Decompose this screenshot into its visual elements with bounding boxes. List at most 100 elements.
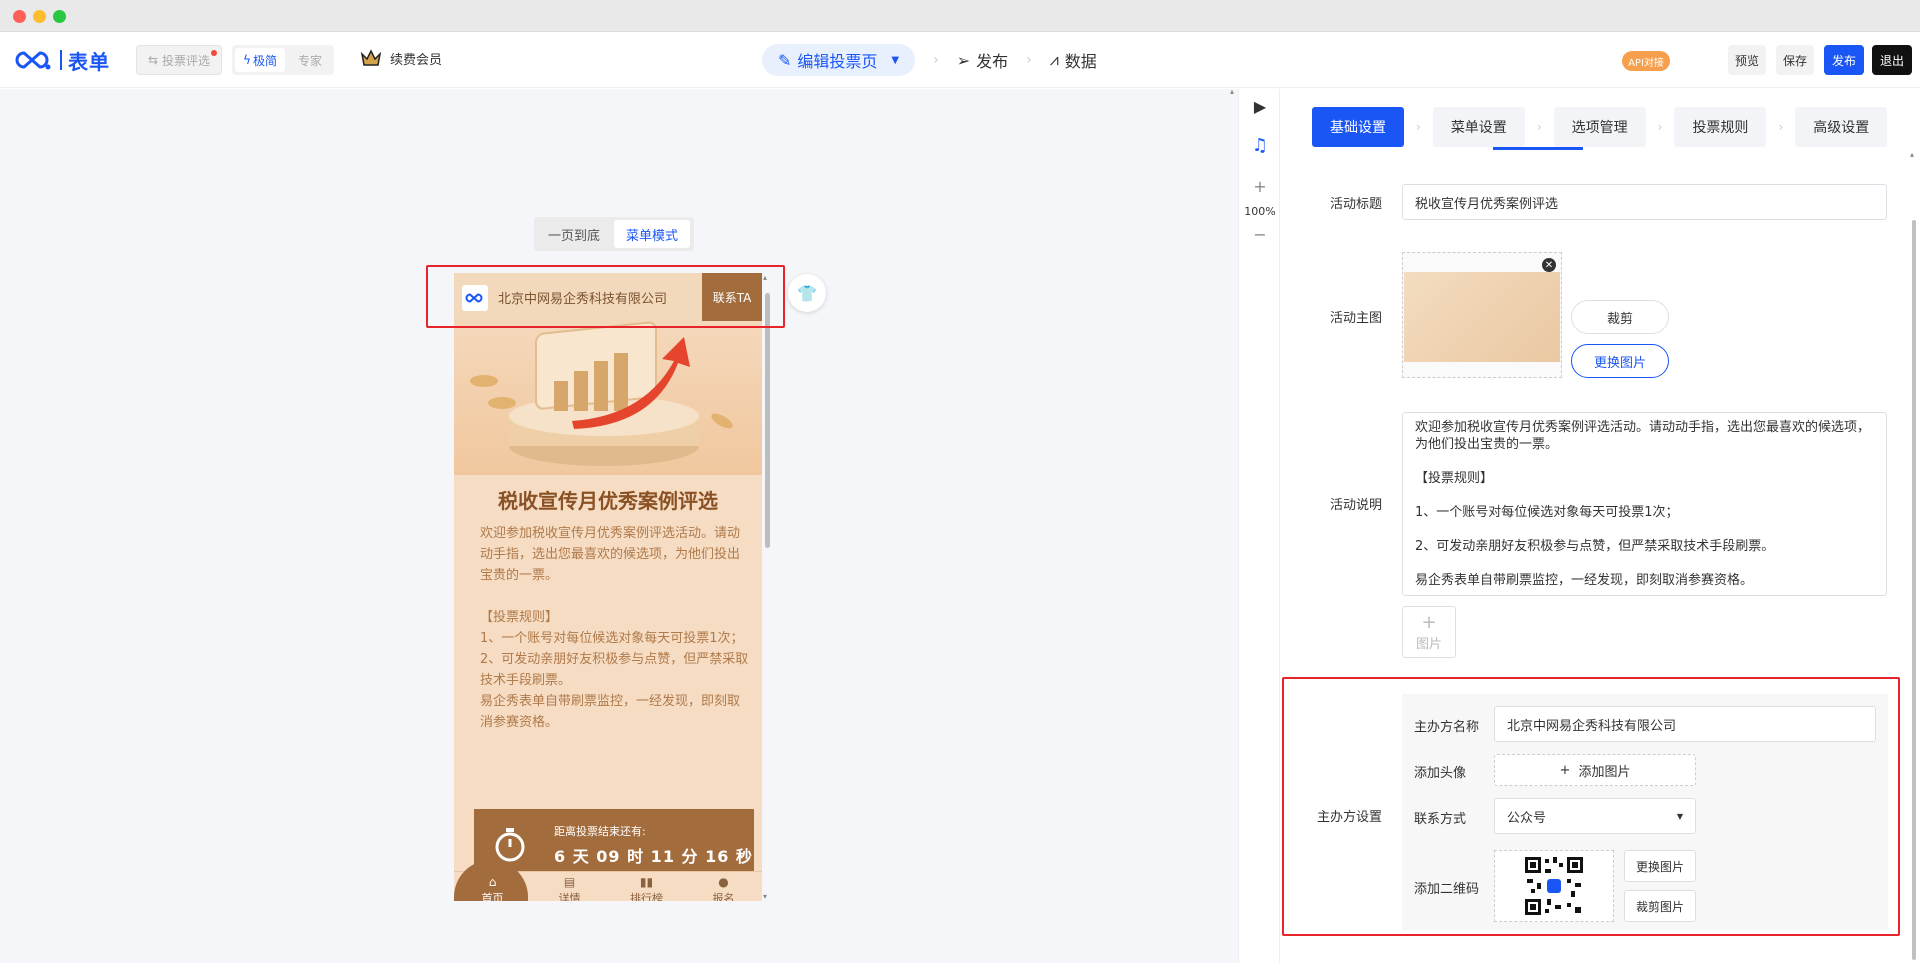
plus-icon: + — [1421, 612, 1437, 633]
view-one-page-button[interactable]: 一页到底 — [534, 217, 614, 251]
zoom-out-icon[interactable]: − — [1239, 225, 1281, 244]
panel-scroll-thumb[interactable] — [1912, 220, 1916, 960]
preview-tools: ▶ ♫ + 100% − — [1238, 89, 1280, 963]
step-data-label: 数据 — [1064, 52, 1097, 71]
view-mode-toggle: 一页到底 菜单模式 — [534, 217, 694, 251]
tab-menu-settings[interactable]: 菜单设置 — [1432, 107, 1525, 147]
minimize-window-button[interactable] — [33, 10, 46, 23]
activity-title: 税收宣传月优秀案例评选 — [498, 489, 718, 513]
swap-icon: ⇆ — [147, 53, 159, 67]
music-icon[interactable]: ♫ — [1239, 135, 1281, 156]
logo-mark-icon — [14, 49, 54, 71]
expert-mode-button[interactable]: 专家 — [288, 48, 332, 72]
simple-mode-label: 极简 — [252, 53, 277, 68]
chevron-right-icon: › — [933, 52, 939, 68]
step-edit-vote-page[interactable]: ✎ 编辑投票页 ▼ — [762, 44, 916, 76]
zoom-level: 100% — [1244, 205, 1276, 218]
notification-dot — [211, 50, 217, 56]
renew-membership-link[interactable]: 续费会员 — [360, 48, 442, 68]
close-window-button[interactable] — [13, 10, 26, 23]
replace-image-button[interactable]: 更换图片 — [1571, 344, 1669, 378]
publish-button[interactable]: 发布 — [1824, 45, 1864, 75]
chevron-right-icon: › — [1026, 52, 1032, 68]
document-icon: ▤ — [563, 875, 576, 889]
scroll-down-icon[interactable]: ▾ — [763, 892, 767, 901]
highlight-host-settings — [1282, 677, 1900, 936]
add-description-image-button[interactable]: + 图片 — [1402, 606, 1456, 658]
step-edit-label: 编辑投票页 — [797, 52, 878, 71]
shirt-icon: 👕 — [797, 283, 817, 303]
chevron-right-icon: › — [1657, 120, 1663, 134]
panel-scrollbar[interactable]: ▴ — [1910, 150, 1918, 963]
countdown-time: 6 天 09 时 11 分 16 秒 — [554, 847, 753, 866]
window-titlebar — [0, 0, 1920, 32]
remove-image-icon[interactable]: ✕ — [1542, 258, 1556, 272]
exit-button[interactable]: 退出 — [1872, 45, 1912, 75]
chart-icon: ⩘ — [1049, 50, 1059, 69]
cover-image-thumbnail — [1404, 272, 1560, 362]
top-navbar: 表单 ⇆ 投票评选 ϟ 极简 专家 续费会员 ✎ 编辑投票页 ▼ › ➢ 发布 … — [0, 32, 1920, 88]
save-button[interactable]: 保存 — [1776, 45, 1814, 75]
tab-option-management[interactable]: 选项管理 — [1553, 107, 1646, 147]
title-input[interactable]: 税收宣传月优秀案例评选 — [1402, 184, 1887, 220]
canvas-scrollbar[interactable] — [1230, 87, 1238, 963]
bar-chart-icon: ▮▮ — [639, 875, 654, 889]
tab-vote-rules[interactable]: 投票规则 — [1674, 107, 1767, 147]
preview-button[interactable]: 预览 — [1728, 45, 1766, 75]
tab-details[interactable]: ▤ 详情 — [531, 872, 608, 901]
countdown-card: 距离投票结束还有: 6 天 09 时 11 分 16 秒 — [474, 809, 754, 879]
simple-mode-button[interactable]: ϟ 极简 — [235, 48, 285, 72]
home-icon: ⌂ — [488, 875, 497, 889]
title-field-label: 活动标题 — [1329, 197, 1382, 212]
theme-shirt-button[interactable]: 👕 — [788, 274, 826, 312]
zoom-in-icon[interactable]: + — [1239, 177, 1281, 196]
app-logo[interactable]: 表单 — [14, 46, 110, 74]
send-icon: ➢ — [956, 50, 971, 70]
phone-scroll-thumb[interactable] — [765, 293, 770, 548]
scroll-up-icon[interactable]: ▴ — [1910, 150, 1914, 159]
hero-banner — [454, 321, 762, 475]
title-input-value: 税收宣传月优秀案例评选 — [1415, 196, 1559, 212]
chevron-right-icon: › — [1778, 120, 1784, 134]
step-data[interactable]: ⩘ 数据 — [1050, 48, 1097, 72]
api-badge[interactable]: API对接 — [1622, 51, 1670, 71]
view-menu-mode-button[interactable]: 菜单模式 — [614, 220, 690, 248]
vote-mode-switch[interactable]: ⇆ 投票评选 — [136, 45, 222, 75]
settings-tabs: 基础设置 › 菜单设置 › 选项管理 › 投票规则 › 高级设置 — [1312, 107, 1888, 147]
tab-advanced-settings[interactable]: 高级设置 — [1795, 107, 1888, 147]
step-publish-label: 发布 — [976, 52, 1009, 71]
activity-description: 欢迎参加税收宣传月优秀案例评选活动。请动动手指，选出您最喜欢的候选项，为他们投出… — [480, 526, 749, 730]
play-icon[interactable]: ▶ — [1239, 97, 1281, 116]
cover-field-label: 活动主图 — [1329, 311, 1382, 326]
maximize-window-button[interactable] — [53, 10, 66, 23]
vote-mode-label: 投票评选 — [162, 53, 211, 68]
stopwatch-icon — [495, 828, 525, 862]
tab-home-label: 首页 — [481, 892, 504, 901]
description-textarea[interactable]: 欢迎参加税收宣传月优秀案例评选活动。请动动手指，选出您最喜欢的候选项，为他们投出… — [1402, 412, 1887, 596]
phone-preview: 北京中网易企秀科技有限公司 联系TA 税收宣传月优秀案例评选 欢迎参加税收宣传月… — [454, 273, 762, 901]
lightning-icon: ϟ — [243, 53, 251, 67]
phone-tabbar: ⌂ 首页 ▤ 详情 ▮▮ 排行榜 ● 报名 — [454, 860, 762, 901]
caret-down-icon: ▼ — [891, 54, 900, 66]
vip-label: 续费会员 — [390, 52, 443, 68]
tab-home[interactable]: ⌂ 首页 — [454, 872, 531, 901]
phone-scrollbar[interactable]: ▴ ▾ — [762, 273, 772, 901]
growth-chart-illustration — [470, 321, 733, 466]
step-publish[interactable]: ➢ 发布 — [957, 48, 1008, 72]
countdown-label: 距离投票结束还有: — [554, 825, 646, 838]
tab-progress-indicator — [1493, 147, 1583, 150]
tab-signup[interactable]: ● 报名 — [685, 872, 762, 901]
edit-mode-toggle: ϟ 极简 专家 — [232, 45, 334, 75]
tab-ranking[interactable]: ▮▮ 排行榜 — [608, 872, 685, 901]
tab-basic-settings[interactable]: 基础设置 — [1312, 107, 1404, 147]
chevron-right-icon: › — [1416, 120, 1421, 134]
chevron-right-icon: › — [1536, 120, 1542, 134]
crown-icon — [360, 49, 382, 66]
workflow-steps: ✎ 编辑投票页 ▼ › ➢ 发布 › ⩘ 数据 — [762, 43, 1097, 77]
tab-ranking-label: 排行榜 — [630, 892, 663, 901]
highlight-organizer-bar — [426, 265, 785, 328]
tab-details-label: 详情 — [558, 892, 581, 901]
add-image-label: 图片 — [1415, 637, 1442, 652]
crop-button[interactable]: 裁剪 — [1571, 300, 1669, 334]
logo-text: 表单 — [68, 49, 110, 74]
